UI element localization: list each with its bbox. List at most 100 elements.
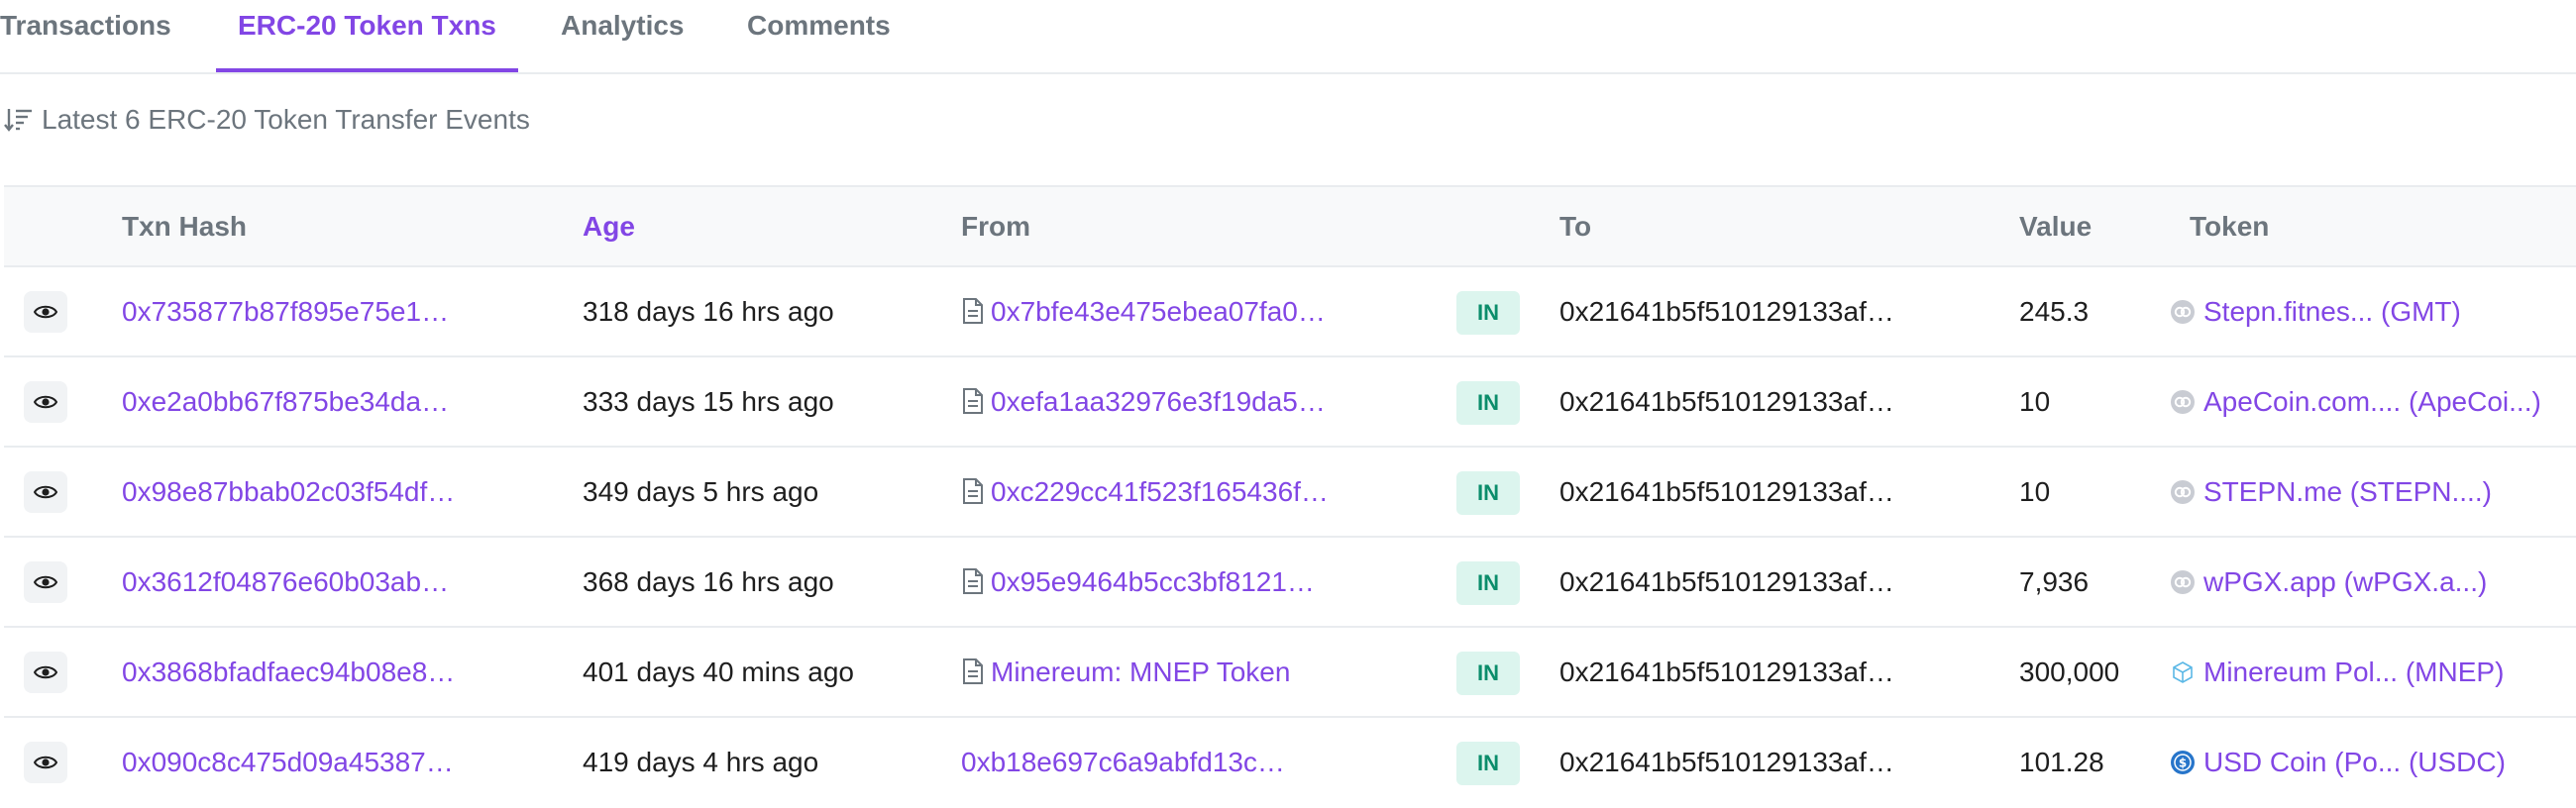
contract-document-icon (963, 567, 983, 594)
direction-badge: IN (1456, 561, 1520, 605)
column-header-from: From (961, 211, 1030, 242)
svg-text:$: $ (2179, 756, 2187, 769)
generic-token-icon (2171, 479, 2195, 504)
token-link[interactable]: STEPN.me (STEPN....) (2170, 448, 2576, 536)
column-header-txn-hash: Txn Hash (122, 211, 248, 242)
from-address-link[interactable]: 0xb18e697c6a9abfd13c… (961, 747, 1285, 777)
column-header-token: Token (2190, 211, 2270, 242)
from-address-link[interactable]: 0x7bfe43e475ebea07fa0… (991, 296, 1326, 327)
tab-erc20-token-txns[interactable]: ERC-20 Token Txns (216, 0, 518, 72)
direction-badge: IN (1456, 652, 1520, 695)
table-row: 0x3612f04876e60b03ab… 368 days 16 hrs ag… (4, 538, 2576, 628)
tab-transactions[interactable]: Transactions (0, 0, 171, 72)
eye-icon (34, 395, 57, 409)
txn-hash-link[interactable]: 0x3612f04876e60b03ab… (122, 538, 464, 626)
generic-token-icon (2171, 299, 2195, 324)
from-address: 0xefa1aa32976e3f19da5… (961, 357, 1347, 446)
value-text: 245.3 (2019, 296, 2090, 327)
age-text: 318 days 16 hrs ago (583, 296, 834, 327)
direction-badge: IN (1456, 471, 1520, 515)
column-header-to: To (1559, 211, 1592, 242)
eye-icon (34, 756, 57, 769)
from-address: 0xb18e697c6a9abfd13c… (961, 718, 1347, 806)
tab-comments[interactable]: Comments (747, 0, 891, 72)
table-row: 0x735877b87f895e75e1… 318 days 16 hrs ag… (4, 267, 2576, 357)
table-body: 0x735877b87f895e75e1… 318 days 16 hrs ag… (4, 267, 2576, 808)
value-text: 101.28 (2019, 747, 2104, 777)
from-address-link[interactable]: 0x95e9464b5cc3bf8121… (991, 566, 1315, 597)
to-address: 0x21641b5f510129133af… (1559, 296, 1894, 327)
table-row: 0x090c8c475d09a45387… 419 days 4 hrs ago… (4, 718, 2576, 808)
view-details-button[interactable] (24, 381, 67, 423)
token-name: ApeCoin.com.... (ApeCoi...) (2203, 386, 2541, 417)
age-text: 333 days 15 hrs ago (583, 386, 834, 417)
view-details-button[interactable] (24, 291, 67, 333)
txn-hash-link[interactable]: 0x98e87bbab02c03f54df… (122, 448, 464, 536)
table-header: Txn Hash Age From To Value Token (4, 185, 2576, 267)
generic-token-icon (2171, 569, 2195, 594)
eye-icon (34, 665, 57, 679)
table-row: 0xe2a0bb67f875be34da… 333 days 15 hrs ag… (4, 357, 2576, 448)
to-address: 0x21641b5f510129133af… (1559, 386, 1894, 417)
direction-badge: IN (1456, 381, 1520, 425)
summary-text: Latest 6 ERC-20 Token Transfer Events (42, 104, 530, 135)
from-address: 0x95e9464b5cc3bf8121… (961, 538, 1347, 626)
token-name: Stepn.fitnes... (GMT) (2203, 296, 2461, 327)
from-address: 0x7bfe43e475ebea07fa0… (961, 267, 1347, 355)
from-address: Minereum: MNEP Token (961, 628, 1347, 716)
eye-icon (34, 485, 57, 499)
to-address: 0x21641b5f510129133af… (1559, 656, 1894, 687)
view-details-button[interactable] (24, 652, 67, 693)
token-link[interactable]: Minereum Pol... (MNEP) (2170, 628, 2576, 716)
value-text: 10 (2019, 476, 2051, 507)
age-text: 401 days 40 mins ago (583, 656, 854, 687)
contract-document-icon (963, 387, 983, 414)
token-name: STEPN.me (STEPN....) (2203, 476, 2492, 507)
tab-analytics[interactable]: Analytics (561, 0, 685, 72)
eye-icon (34, 575, 57, 589)
from-address-link[interactable]: 0xc229cc41f523f165436f… (991, 476, 1329, 507)
token-name: USD Coin (Po... (USDC) (2203, 747, 2506, 777)
to-address: 0x21641b5f510129133af… (1559, 747, 1894, 777)
direction-badge: IN (1456, 742, 1520, 785)
token-link[interactable]: ApeCoin.com.... (ApeCoi...) (2170, 357, 2576, 446)
contract-document-icon (963, 477, 983, 504)
txn-hash-link[interactable]: 0x3868bfadfaec94b08e8… (122, 628, 464, 716)
txn-hash-link[interactable]: 0x090c8c475d09a45387… (122, 718, 464, 806)
value-text: 10 (2019, 386, 2051, 417)
token-link[interactable]: wPGX.app (wPGX.a...) (2170, 538, 2576, 626)
token-transfers-table: Txn Hash Age From To Value Token 0x73587… (4, 185, 2576, 808)
table-row: 0x98e87bbab02c03f54df… 349 days 5 hrs ag… (4, 448, 2576, 538)
eye-icon (34, 305, 57, 319)
from-address-link[interactable]: Minereum: MNEP Token (991, 656, 1290, 687)
to-address: 0x21641b5f510129133af… (1559, 566, 1894, 597)
tab-bar: Transactions ERC-20 Token Txns Analytics… (0, 0, 2576, 74)
contract-document-icon (963, 297, 983, 324)
from-address-link[interactable]: 0xefa1aa32976e3f19da5… (991, 386, 1326, 417)
view-details-button[interactable] (24, 742, 67, 783)
usdc-icon: $ (2171, 750, 2195, 774)
token-link[interactable]: Stepn.fitnes... (GMT) (2170, 267, 2576, 355)
value-text: 300,000 (2019, 656, 2120, 687)
view-details-button[interactable] (24, 561, 67, 603)
txn-hash-link[interactable]: 0xe2a0bb67f875be34da… (122, 357, 464, 446)
age-text: 368 days 16 hrs ago (583, 566, 834, 597)
from-address: 0xc229cc41f523f165436f… (961, 448, 1347, 536)
txn-hash-link[interactable]: 0x735877b87f895e75e1… (122, 267, 464, 355)
table-row: 0x3868bfadfaec94b08e8… 401 days 40 mins … (4, 628, 2576, 718)
sort-descending-icon[interactable] (4, 105, 34, 135)
token-name: wPGX.app (wPGX.a...) (2203, 566, 2488, 597)
to-address: 0x21641b5f510129133af… (1559, 476, 1894, 507)
view-details-button[interactable] (24, 471, 67, 513)
column-header-value: Value (2019, 211, 2093, 242)
value-text: 7,936 (2019, 566, 2090, 597)
token-link[interactable]: $ USD Coin (Po... (USDC) (2170, 718, 2576, 806)
contract-document-icon (963, 657, 983, 684)
column-header-age[interactable]: Age (583, 187, 635, 266)
age-text: 349 days 5 hrs ago (583, 476, 819, 507)
token-name: Minereum Pol... (MNEP) (2203, 656, 2505, 687)
direction-badge: IN (1456, 291, 1520, 335)
transfer-summary: Latest 6 ERC-20 Token Transfer Events (4, 102, 530, 138)
cube-icon (2173, 660, 2193, 683)
age-text: 419 days 4 hrs ago (583, 747, 819, 777)
